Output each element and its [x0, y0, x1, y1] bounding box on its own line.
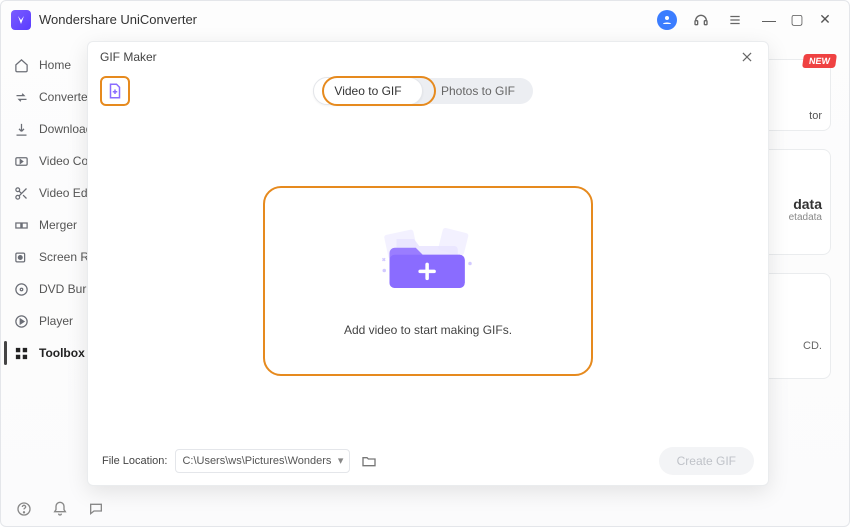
file-location-label: File Location:: [102, 455, 167, 467]
chevron-down-icon: ▾: [338, 454, 344, 467]
sidebar-item-label: Home: [39, 58, 71, 72]
bottom-bar: [1, 492, 849, 526]
scissors-icon: [13, 185, 29, 201]
merge-icon: [13, 217, 29, 233]
tab-video-to-gif[interactable]: Video to GIF: [313, 77, 423, 105]
headset-icon[interactable]: [691, 10, 711, 30]
compress-icon: [13, 153, 29, 169]
file-location-value: C:\Users\ws\Pictures\Wonders: [182, 455, 331, 467]
menu-icon[interactable]: [725, 10, 745, 30]
home-icon: [13, 57, 29, 73]
gif-maker-modal: GIF Maker Video to GIF Photos to GIF: [87, 41, 769, 486]
app-title: Wondershare UniConverter: [39, 12, 197, 27]
tab-photos-to-gif[interactable]: Photos to GIF: [423, 78, 533, 104]
create-gif-button[interactable]: Create GIF: [659, 447, 754, 475]
new-badge: NEW: [802, 54, 837, 68]
convert-icon: [13, 89, 29, 105]
modal-title: GIF Maker: [100, 50, 157, 64]
sidebar-item-label: Player: [39, 314, 73, 328]
feedback-icon[interactable]: [87, 500, 105, 518]
app-logo-icon: [11, 10, 31, 30]
window-minimize-button[interactable]: —: [755, 12, 783, 28]
modal-footer: File Location: C:\Users\ws\Pictures\Wond…: [88, 435, 768, 485]
sidebar-item-label: Toolbox: [39, 346, 85, 360]
open-folder-button[interactable]: [358, 450, 380, 472]
toolbox-icon: [13, 345, 29, 361]
drop-zone-label: Add video to start making GIFs.: [344, 323, 512, 337]
app-window: Wondershare UniConverter — ▢ ✕ Home: [0, 0, 850, 527]
disc-icon: [13, 281, 29, 297]
sidebar-item-label: Converter: [39, 90, 92, 104]
user-avatar-icon[interactable]: [657, 10, 677, 30]
file-location-dropdown[interactable]: C:\Users\ws\Pictures\Wonders ▾: [175, 449, 350, 473]
window-maximize-button[interactable]: ▢: [783, 11, 811, 28]
drop-zone[interactable]: Add video to start making GIFs.: [263, 186, 593, 376]
play-icon: [13, 313, 29, 329]
title-bar: Wondershare UniConverter — ▢ ✕: [1, 1, 849, 39]
add-media-button[interactable]: [100, 76, 130, 106]
help-icon[interactable]: [15, 500, 33, 518]
modal-header: GIF Maker: [88, 42, 768, 72]
add-file-icon: [106, 82, 124, 100]
title-actions: [657, 10, 745, 30]
tab-toggle: Video to GIF Photos to GIF: [313, 78, 533, 104]
download-icon: [13, 121, 29, 137]
folder-plus-icon: [373, 225, 483, 295]
bell-icon[interactable]: [51, 500, 69, 518]
modal-close-button[interactable]: [738, 48, 756, 66]
modal-toolbar: Video to GIF Photos to GIF: [88, 72, 768, 116]
sidebar-item-label: Merger: [39, 218, 77, 232]
window-close-button[interactable]: ✕: [811, 11, 839, 28]
record-icon: [13, 249, 29, 265]
